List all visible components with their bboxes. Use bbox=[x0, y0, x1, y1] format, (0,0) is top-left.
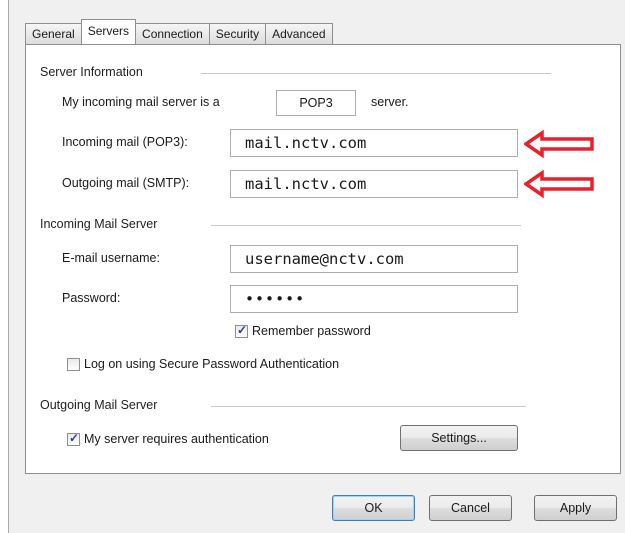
section-divider bbox=[211, 406, 526, 407]
apply-button[interactable]: Apply bbox=[534, 495, 617, 521]
incoming-type-prefix: My incoming mail server is a bbox=[62, 95, 220, 109]
red-arrow-icon bbox=[524, 130, 594, 158]
settings-button[interactable]: Settings... bbox=[400, 425, 518, 451]
cancel-button[interactable]: Cancel bbox=[429, 495, 512, 521]
password-label: Password: bbox=[62, 291, 121, 305]
incoming-type-suffix: server. bbox=[371, 95, 409, 109]
outgoing-mail-input[interactable]: mail.nctv.com bbox=[230, 170, 518, 198]
incoming-server-type-field[interactable]: POP3 bbox=[276, 90, 356, 116]
requires-auth-checkbox[interactable]: My server requires authentication bbox=[67, 431, 269, 446]
username-input[interactable]: username@nctv.com bbox=[230, 245, 518, 273]
checkbox-checked-icon[interactable] bbox=[67, 431, 80, 446]
server-information-heading: Server Information bbox=[40, 65, 143, 79]
incoming-mail-server-heading: Incoming Mail Server bbox=[40, 217, 158, 231]
password-input[interactable]: •••••• bbox=[230, 285, 518, 313]
checkbox-checked-icon[interactable] bbox=[235, 323, 248, 338]
tab-advanced[interactable]: Advanced bbox=[265, 23, 333, 44]
outgoing-mail-server-heading: Outgoing Mail Server bbox=[40, 398, 158, 412]
tab-strip: General Servers Connection Security Adva… bbox=[25, 19, 333, 44]
tab-connection[interactable]: Connection bbox=[135, 23, 210, 44]
tab-general[interactable]: General bbox=[25, 23, 82, 44]
account-properties-dialog: General Servers Connection Security Adva… bbox=[8, 0, 625, 533]
outgoing-mail-label: Outgoing mail (SMTP): bbox=[62, 176, 190, 190]
username-label: E-mail username: bbox=[62, 251, 160, 265]
red-arrow-icon bbox=[524, 170, 594, 198]
checkbox-unchecked-icon[interactable] bbox=[67, 357, 80, 371]
tab-security[interactable]: Security bbox=[208, 23, 267, 44]
section-divider bbox=[211, 225, 521, 226]
section-divider bbox=[201, 73, 551, 74]
ok-button[interactable]: OK bbox=[332, 495, 415, 521]
tab-servers[interactable]: Servers bbox=[80, 19, 137, 44]
incoming-mail-label: Incoming mail (POP3): bbox=[62, 135, 188, 149]
remember-password-label: Remember password bbox=[252, 324, 371, 338]
servers-panel: Server Information My incoming mail serv… bbox=[25, 44, 621, 474]
spa-label: Log on using Secure Password Authenticat… bbox=[84, 357, 340, 371]
requires-auth-label: My server requires authentication bbox=[84, 432, 269, 446]
remember-password-checkbox[interactable]: Remember password bbox=[235, 323, 371, 338]
spa-checkbox[interactable]: Log on using Secure Password Authenticat… bbox=[67, 357, 339, 371]
incoming-mail-input[interactable]: mail.nctv.com bbox=[230, 129, 518, 157]
